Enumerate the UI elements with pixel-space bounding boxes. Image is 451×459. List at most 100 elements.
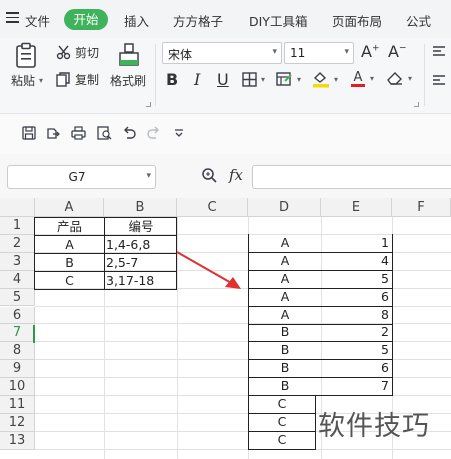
result-product-cell[interactable]: B <box>248 341 321 361</box>
underline-button[interactable]: U <box>217 70 229 89</box>
align-top-button[interactable] <box>432 46 446 58</box>
font-size-value: 11 <box>290 46 306 60</box>
undo-icon[interactable] <box>122 126 136 140</box>
result-number-cell[interactable]: 8 <box>320 305 393 325</box>
source-product-cell[interactable]: A <box>35 236 104 254</box>
zoom-search-icon[interactable] <box>201 167 218 184</box>
row-header[interactable]: 3 <box>0 252 35 271</box>
row-header[interactable]: 12 <box>0 413 35 432</box>
underline-icon: U <box>217 70 229 89</box>
fill-color-button[interactable]: ▾ <box>312 70 338 88</box>
row-header[interactable]: 7 <box>0 324 35 343</box>
row-header[interactable]: 6 <box>0 306 35 325</box>
column-header-b[interactable]: B <box>104 198 177 217</box>
result-product-cell[interactable]: A <box>248 269 321 289</box>
result-number-cell[interactable]: 4 <box>320 251 393 271</box>
tab-home[interactable]: 开始 <box>64 9 108 30</box>
row-header[interactable]: 2 <box>0 234 35 253</box>
column-header-c[interactable]: C <box>177 198 248 217</box>
font-dialog-launcher-icon[interactable] <box>414 102 419 107</box>
result-number-cell[interactable]: 5 <box>320 341 393 361</box>
format-painter-icon[interactable] <box>118 43 140 67</box>
increase-font-size-button[interactable]: A+ <box>361 42 380 61</box>
result-product-cell[interactable]: A <box>248 305 321 325</box>
tab-diy-toolbox[interactable]: DIY工具箱 <box>249 11 307 30</box>
paste-icon[interactable] <box>15 42 37 68</box>
borders-button[interactable]: ▾ <box>242 72 265 87</box>
paste-label: 粘贴 <box>11 74 36 88</box>
export-icon[interactable] <box>46 126 60 140</box>
result-product-cell[interactable]: B <box>248 359 321 379</box>
paste-dropdown-icon[interactable]: ▾ <box>39 76 43 85</box>
source-product-cell[interactable]: B <box>35 254 104 272</box>
paste-button[interactable]: 粘贴 ▾ <box>11 72 43 89</box>
font-size-select[interactable]: 11 ▾ <box>284 42 354 64</box>
column-header-d[interactable]: D <box>248 198 321 217</box>
align-lines-icon <box>433 46 445 56</box>
result-product-cell[interactable]: C <box>248 395 316 414</box>
print-preview-icon[interactable] <box>97 126 112 140</box>
menu-file[interactable]: 文件 <box>25 11 50 30</box>
row-header[interactable]: 1 <box>0 217 35 235</box>
font-name-select[interactable]: 宋体 ▾ <box>162 42 282 64</box>
row-header[interactable]: 8 <box>0 342 35 361</box>
column-header-a[interactable]: A <box>35 198 104 217</box>
source-code-cell[interactable]: 3,17-18 <box>106 272 176 290</box>
formula-bar: G7 ▾ fx <box>0 154 451 198</box>
source-code-cell[interactable]: 1,4-6,8 <box>106 236 176 254</box>
source-code-cell[interactable]: 2,5-7 <box>106 254 176 272</box>
tab-insert[interactable]: 插入 <box>124 11 149 30</box>
result-number-cell[interactable]: 6 <box>320 287 393 307</box>
result-number-cell[interactable]: 2 <box>320 323 393 343</box>
cut-button[interactable]: 剪切 <box>56 44 99 61</box>
result-product-cell[interactable]: C <box>248 430 316 450</box>
clear-format-button[interactable]: ▾ <box>386 70 412 86</box>
italic-button[interactable]: I <box>194 70 200 89</box>
column-header-e[interactable]: E <box>321 198 392 217</box>
result-product-cell[interactable]: B <box>248 377 321 397</box>
copy-icon <box>56 72 70 87</box>
tab-page-layout[interactable]: 页面布局 <box>332 11 382 30</box>
result-number-cell[interactable]: 6 <box>320 359 393 379</box>
select-all-corner[interactable] <box>0 198 35 217</box>
result-product-cell[interactable]: A <box>248 251 321 271</box>
source-product-cell[interactable]: C <box>35 272 104 290</box>
source-header-code[interactable]: 编号 <box>105 218 177 236</box>
print-icon[interactable] <box>71 126 86 140</box>
hamburger-menu-icon[interactable] <box>6 12 19 23</box>
tab-formulas[interactable]: 公式 <box>406 11 431 30</box>
result-product-cell[interactable]: B <box>248 323 321 343</box>
row-header[interactable]: 4 <box>0 270 35 289</box>
redo-icon[interactable] <box>147 126 161 140</box>
tab-fangfangezi[interactable]: 方方格子 <box>173 11 223 30</box>
source-header-product[interactable]: 产品 <box>35 218 104 236</box>
name-box[interactable]: G7 ▾ <box>7 165 156 189</box>
row-header[interactable]: 10 <box>0 378 35 396</box>
result-product-cell[interactable]: A <box>248 233 321 253</box>
insert-function-button[interactable]: fx <box>229 166 243 184</box>
row-header[interactable]: 9 <box>0 360 35 379</box>
save-icon[interactable] <box>22 126 36 140</box>
column-header-f[interactable]: F <box>392 198 451 217</box>
formula-input[interactable] <box>252 165 451 189</box>
bold-button[interactable]: B <box>166 70 178 89</box>
decrease-font-size-button[interactable]: A− <box>388 42 407 61</box>
row-header[interactable]: 13 <box>0 431 35 450</box>
align-left-button[interactable] <box>432 75 446 87</box>
clipboard-dialog-launcher-icon[interactable] <box>146 102 151 107</box>
cell-style-button[interactable]: ▾ <box>276 72 301 87</box>
name-box-value: G7 <box>68 170 86 184</box>
result-product-cell[interactable]: C <box>248 412 316 432</box>
result-number-cell[interactable]: 7 <box>320 377 393 397</box>
result-number-cell[interactable]: 5 <box>320 269 393 289</box>
row-header[interactable]: 11 <box>0 396 35 414</box>
result-product-cell[interactable]: A <box>248 287 321 307</box>
row-header[interactable]: 5 <box>0 288 35 307</box>
result-number-cell[interactable]: 1 <box>320 233 393 253</box>
format-painter-button[interactable]: 格式刷 <box>110 72 146 89</box>
copy-button[interactable]: 复制 <box>56 71 99 88</box>
font-color-button[interactable]: A ▾ <box>350 69 374 88</box>
fill-bucket-icon <box>313 72 329 88</box>
customize-toolbar-icon[interactable] <box>174 128 184 138</box>
menu-bar: 文件 开始 插入 方方格子 DIY工具箱 页面布局 公式 <box>0 0 451 38</box>
